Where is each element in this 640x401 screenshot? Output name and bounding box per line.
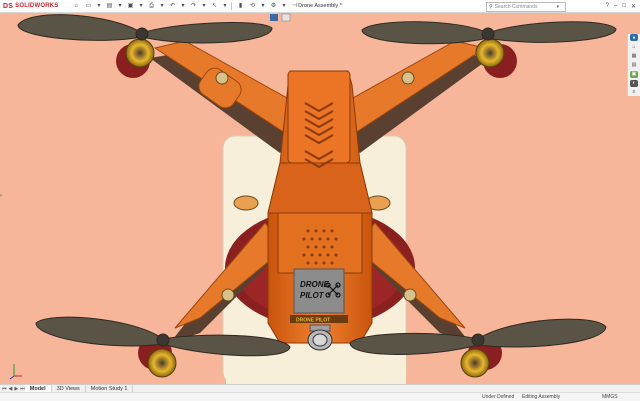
motor-front-right[interactable] — [475, 38, 517, 78]
undo-icon[interactable]: ↶ — [168, 2, 176, 10]
print-dropdown-chevron-icon[interactable]: ▾ — [159, 2, 164, 10]
solidworks-resources-icon[interactable]: ● — [630, 34, 638, 42]
open-dropdown-chevron-icon[interactable]: ▾ — [117, 2, 122, 10]
heads-up-view-toolbar — [270, 13, 291, 22]
home-icon[interactable]: ⌂ — [72, 2, 80, 10]
ds-logo-icon: DS — [3, 2, 14, 10]
options-dropdown-chevron-icon[interactable]: ▾ — [281, 2, 286, 10]
save-dropdown-chevron-icon[interactable]: ▾ — [138, 2, 143, 10]
badge-line2: PILOT — [300, 291, 325, 300]
title-bar: DS SOLIDWORKS ⌂ ▭ ▾ ▤ ▾ ▣ ▾ ⎙ ▾ ↶ ▾ ↷ ▾ … — [0, 0, 640, 13]
quick-access-toolbar: ⌂ ▭ ▾ ▤ ▾ ▣ ▾ ⎙ ▾ ↶ ▾ ↷ ▾ ↖ ▾ ▮ ⟲ ▾ ⚙ ▾ … — [72, 2, 298, 10]
brand-name: SOLIDWORKS — [15, 3, 59, 9]
design-library-icon[interactable]: ▦ — [630, 52, 638, 60]
select-icon[interactable]: ↖ — [210, 2, 218, 10]
open-file-icon[interactable]: ▤ — [105, 2, 113, 10]
file-explorer-icon[interactable]: ▤ — [630, 61, 638, 69]
side-bumper-left[interactable] — [233, 195, 259, 211]
print-icon[interactable]: ⎙ — [147, 2, 155, 10]
propeller-front-left[interactable] — [17, 14, 273, 44]
rebuild-dropdown-chevron-icon[interactable]: ▾ — [260, 2, 265, 10]
badge-line1: DRONE — [300, 280, 330, 289]
redo-icon[interactable]: ↷ — [189, 2, 197, 10]
drone-assembly-model[interactable]: DRONE PILOT DRONE PILOT — [0, 13, 640, 385]
save-icon[interactable]: ▣ — [126, 2, 134, 10]
select-dropdown-chevron-icon[interactable]: ▾ — [222, 2, 227, 10]
rebuild-icon[interactable]: ⟲ — [248, 2, 256, 10]
solidworks-logo[interactable]: DS SOLIDWORKS — [3, 3, 58, 10]
search-dropdown-chevron-icon[interactable]: ▾ — [557, 4, 560, 10]
expand-feature-tree-arrow-icon[interactable]: › — [0, 193, 3, 203]
redo-dropdown-chevron-icon[interactable]: ▾ — [201, 2, 206, 10]
new-file-icon[interactable]: ▭ — [84, 2, 92, 10]
window-controls: ? – □ ✕ — [606, 0, 636, 12]
coordinate-triad — [9, 364, 22, 380]
zoom-fit-icon[interactable] — [281, 13, 291, 22]
search-commands-box[interactable]: ⚲ ▾ — [486, 2, 566, 12]
arm-front-right[interactable] — [334, 40, 490, 153]
drone-pilot-badge[interactable]: DRONE PILOT — [293, 268, 345, 314]
appearances-icon[interactable]: ◐ — [630, 79, 638, 87]
close-icon[interactable]: ✕ — [631, 3, 636, 10]
minimize-icon[interactable]: – — [614, 3, 617, 9]
custom-properties-icon[interactable]: ≡ — [630, 88, 638, 96]
traffic-light-icon[interactable]: ▮ — [236, 2, 244, 10]
restore-icon[interactable]: □ — [622, 3, 626, 9]
task-pane: ● ⌂ ▦ ▤ ▣ ◐ ≡ — [627, 34, 640, 96]
new-dropdown-chevron-icon[interactable]: ▾ — [96, 2, 101, 10]
camera-module[interactable] — [307, 324, 333, 351]
view-orientation-icon[interactable] — [270, 14, 278, 21]
search-icon: ⚲ — [489, 4, 493, 10]
undo-dropdown-chevron-icon[interactable]: ▾ — [180, 2, 185, 10]
search-input[interactable] — [494, 4, 555, 10]
graphics-area[interactable]: DRONE PILOT DRONE PILOT — [0, 13, 640, 385]
toolbar-separator — [231, 2, 233, 10]
motor-front-left[interactable] — [116, 38, 155, 78]
options-icon[interactable]: ⚙ — [269, 2, 277, 10]
arm-front-left[interactable] — [150, 40, 306, 153]
home-icon[interactable]: ⌂ — [630, 43, 638, 51]
front-strip-text: DRONE PILOT — [296, 318, 330, 324]
document-title: Drone Assembly * — [298, 3, 342, 9]
view-palette-icon[interactable]: ▣ — [630, 70, 638, 78]
help-icon[interactable]: ? — [606, 3, 609, 9]
